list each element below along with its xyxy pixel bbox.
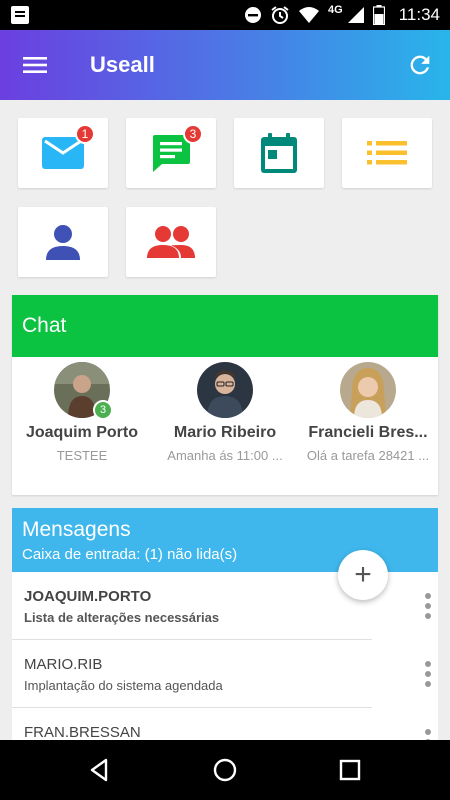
- messages-card: Mensagens Caixa de entrada: (1) não lida…: [12, 508, 438, 740]
- more-vert-icon[interactable]: [424, 660, 432, 688]
- chat-header: Chat: [12, 295, 438, 357]
- contact-name: Joaquim Porto: [25, 424, 138, 441]
- wifi-icon: [299, 7, 320, 23]
- contact-badge: 3: [93, 400, 113, 420]
- chat-contact[interactable]: 3 Joaquim Porto TESTEE: [12, 362, 152, 463]
- messages-title: Mensagens: [22, 518, 131, 541]
- app-title: Useall: [90, 52, 155, 77]
- list-icon: [367, 141, 407, 165]
- clock: 11:34: [398, 5, 440, 24]
- shortcut-group[interactable]: [126, 207, 216, 277]
- more-vert-icon[interactable]: [424, 592, 432, 620]
- shortcut-email[interactable]: 1: [18, 118, 108, 188]
- email-badge: 1: [75, 124, 95, 144]
- avatar-image: [340, 362, 396, 418]
- battery-icon: [372, 5, 385, 25]
- recents-icon[interactable]: [336, 756, 364, 784]
- navigation-bar: [0, 740, 450, 800]
- minus-circle-icon: [245, 7, 262, 23]
- avatar: [340, 362, 396, 418]
- refresh-icon[interactable]: [406, 51, 434, 79]
- message-sender: MARIO.RIB: [24, 656, 103, 673]
- app-bar: Useall: [0, 30, 450, 100]
- back-icon[interactable]: [86, 756, 114, 784]
- alarm-icon: [271, 6, 289, 24]
- message-subject: Implantação do sistema agendada: [24, 678, 223, 693]
- chat-contact[interactable]: Francieli Bres... Olá a tarefa 28421 ...: [298, 362, 438, 463]
- message-item[interactable]: JOAQUIM.PORTO Lista de alterações necess…: [12, 572, 431, 640]
- status-bar: 4G 11:34: [0, 0, 450, 30]
- new-message-button[interactable]: +: [338, 550, 388, 600]
- message-subject: Lista de alterações necessárias: [24, 610, 220, 625]
- avatar-image: [197, 362, 253, 418]
- message-sender: JOAQUIM.PORTO: [24, 588, 152, 605]
- shortcut-list[interactable]: [342, 118, 432, 188]
- avatar: 3: [54, 362, 113, 420]
- status-icons: 4G 11:34: [244, 0, 440, 30]
- person-icon: [46, 225, 80, 260]
- calendar-icon: [261, 133, 297, 173]
- contact-subtitle: Amanha ás 11:00 ...: [167, 448, 283, 463]
- contact-subtitle: TESTEE: [56, 448, 108, 463]
- menu-icon[interactable]: [18, 50, 52, 80]
- contact-name: Francieli Bres...: [308, 424, 428, 441]
- more-vert-icon[interactable]: [424, 728, 432, 740]
- avatar: [197, 362, 253, 418]
- group-icon: [147, 226, 195, 258]
- message-item[interactable]: MARIO.RIB Implantação do sistema agendad…: [12, 640, 431, 708]
- message-item[interactable]: FRAN.BRESSAN: [12, 708, 431, 740]
- messages-badge: 3: [183, 124, 203, 144]
- contact-name: Mario Ribeiro: [173, 424, 277, 441]
- shortcut-calendar[interactable]: [234, 118, 324, 188]
- message-sender: FRAN.BRESSAN: [24, 724, 141, 740]
- home-icon[interactable]: [211, 756, 239, 784]
- network-label: 4G: [328, 4, 343, 16]
- contact-subtitle: Olá a tarefa 28421 ...: [306, 448, 430, 463]
- signal-icon: [347, 7, 364, 23]
- shortcut-user[interactable]: [18, 207, 108, 277]
- chat-contact[interactable]: Mario Ribeiro Amanha ás 11:00 ...: [155, 362, 295, 463]
- notification-icon: [11, 6, 29, 24]
- shortcut-messages[interactable]: 3: [126, 118, 216, 188]
- chat-card: Chat 3 Joaquim Porto TESTEE Mario Ribeir…: [12, 295, 438, 495]
